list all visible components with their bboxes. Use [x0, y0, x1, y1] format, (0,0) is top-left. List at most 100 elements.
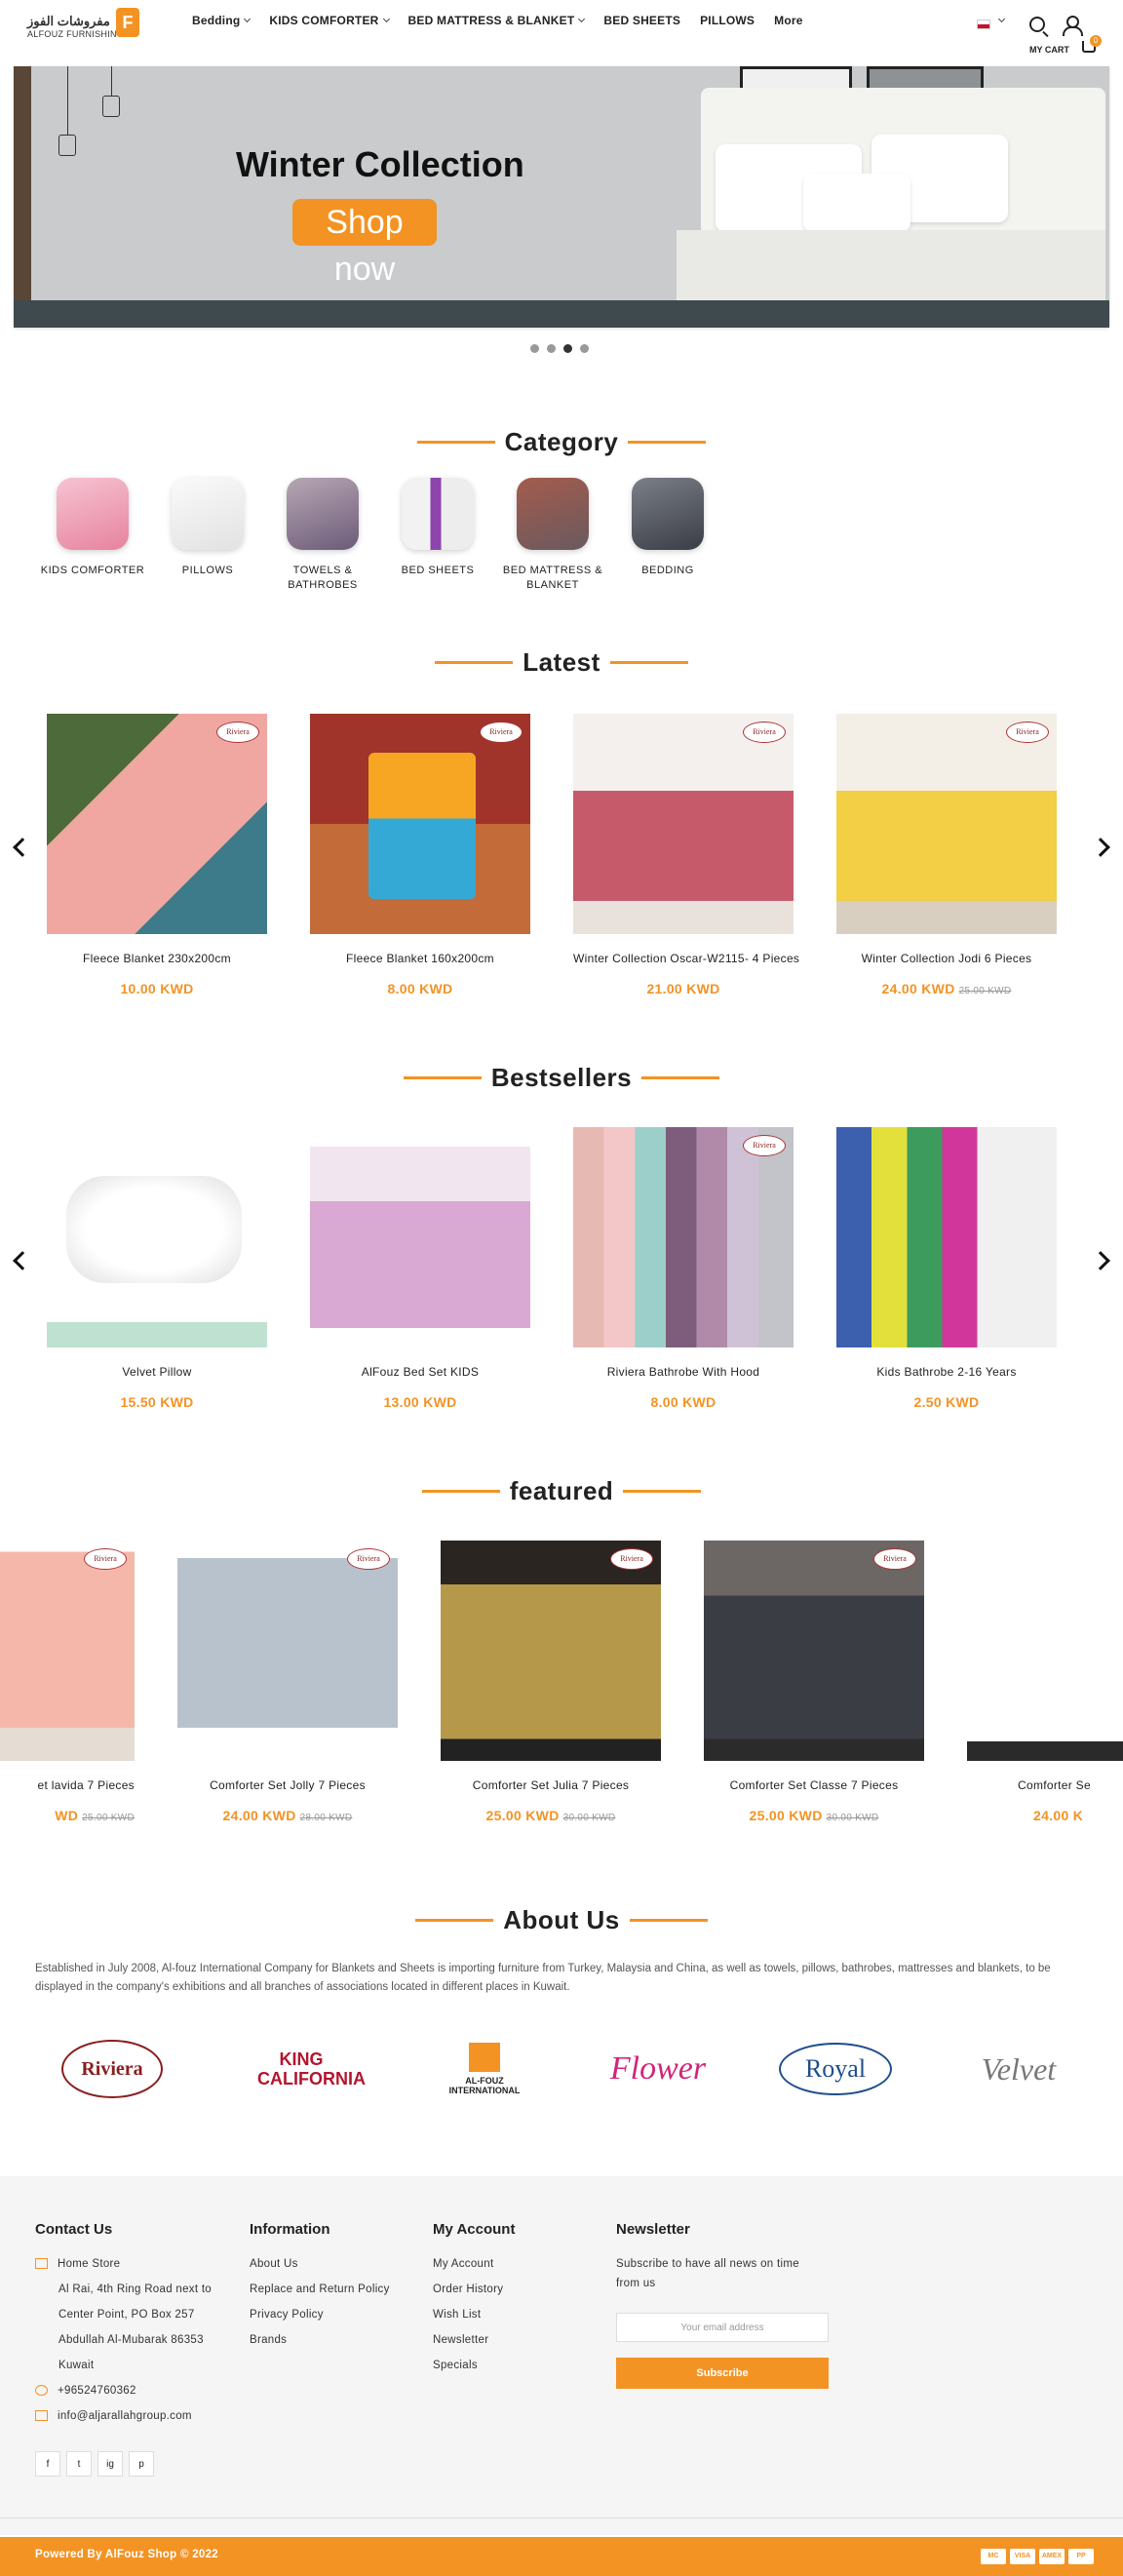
- chevron-right-icon[interactable]: [1091, 838, 1110, 857]
- footer-link[interactable]: Newsletter: [433, 2327, 589, 2353]
- product-card[interactable]: Riviera Comforter Set Julia 7 Pieces 25.…: [441, 1541, 661, 1823]
- product-image[interactable]: Riviera: [836, 714, 1057, 934]
- user-icon[interactable]: [1063, 16, 1083, 36]
- contact-phone[interactable]: +96524760362: [35, 2378, 230, 2403]
- product-card[interactable]: Riviera Comforter Set Classe 7 Pieces 25…: [704, 1541, 924, 1823]
- chevron-left-icon[interactable]: [13, 838, 32, 857]
- price-old: 25.00 KWD: [82, 1813, 135, 1823]
- instagram-icon[interactable]: ig: [97, 2451, 123, 2477]
- nav-item-bed-sheets[interactable]: BED SHEETS: [603, 14, 680, 27]
- product-image[interactable]: Riviera: [0, 1541, 135, 1761]
- product-card[interactable]: Riviera Comforter Set Jolly 7 Pieces 24.…: [177, 1541, 398, 1823]
- category-bedding[interactable]: BEDDING: [614, 478, 721, 578]
- slider-dot-active[interactable]: [563, 344, 572, 353]
- product-image[interactable]: Riviera: [310, 714, 530, 934]
- slider-dot[interactable]: [530, 344, 539, 353]
- product-image[interactable]: Riviera: [177, 1541, 398, 1761]
- contact-address-line: Abdullah Al-Mubarak 86353: [58, 2334, 204, 2346]
- category-bed-mattress-blanket[interactable]: BED MATTRESS & BLANKET: [499, 478, 606, 593]
- product-name[interactable]: et lavida 7 Pieces: [0, 1778, 135, 1792]
- category-kids-comforter[interactable]: KIDS COMFORTER: [39, 478, 146, 578]
- product-name[interactable]: Riviera Bathrobe With Hood: [573, 1365, 794, 1379]
- chevron-down-icon: [244, 15, 252, 23]
- hero-banner[interactable]: Winter Collection Shop now: [14, 66, 1109, 328]
- product-image[interactable]: Riviera: [704, 1541, 924, 1761]
- product-card[interactable]: Riviera Winter Collection Jodi 6 Pieces …: [836, 714, 1057, 996]
- product-card[interactable]: Riviera Riviera Bathrobe With Hood 8.00 …: [573, 1127, 794, 1410]
- footer-link[interactable]: Order History: [433, 2277, 589, 2302]
- cart-label[interactable]: MY CART: [1029, 45, 1069, 55]
- search-icon[interactable]: [1029, 17, 1045, 32]
- footer-information: Information About Us Replace and Return …: [250, 2221, 425, 2353]
- brand-riviera[interactable]: Riviera: [58, 2030, 166, 2108]
- product-name[interactable]: Comforter Se: [967, 1778, 1123, 1792]
- slider-dots: [530, 344, 589, 353]
- brand-king-california[interactable]: KING CALIFORNIA: [248, 2030, 366, 2108]
- facebook-icon[interactable]: f: [35, 2451, 60, 2477]
- nav-item-bed-mattress-blanket[interactable]: BED MATTRESS & BLANKET: [408, 14, 586, 27]
- newsletter-email-input[interactable]: Your email address: [616, 2313, 829, 2342]
- product-image[interactable]: [836, 1127, 1057, 1347]
- twitter-icon[interactable]: t: [66, 2451, 92, 2477]
- footer-link[interactable]: Wish List: [433, 2302, 589, 2327]
- footer-link[interactable]: Privacy Policy: [250, 2302, 425, 2327]
- brand-royal[interactable]: Royal: [772, 2030, 899, 2108]
- nav-item-more[interactable]: More: [774, 14, 802, 27]
- pinterest-icon[interactable]: p: [129, 2451, 154, 2477]
- slider-dot[interactable]: [580, 344, 589, 353]
- subscribe-button[interactable]: Subscribe: [616, 2358, 829, 2389]
- product-image[interactable]: Riviera: [573, 1127, 794, 1347]
- product-name[interactable]: AlFouz Bed Set KIDS: [310, 1365, 530, 1379]
- footer-link[interactable]: Replace and Return Policy: [250, 2277, 425, 2302]
- brand-flower[interactable]: Flower: [595, 2030, 721, 2108]
- product-card[interactable]: Velvet Pillow 15.50 KWD: [47, 1127, 267, 1410]
- price-old: 30.00 KWD: [562, 1813, 616, 1823]
- product-card[interactable]: Riviera Fleece Blanket 160x200cm 8.00 KW…: [310, 714, 530, 996]
- product-name[interactable]: Comforter Set Julia 7 Pieces: [441, 1778, 661, 1792]
- product-image[interactable]: [967, 1541, 1123, 1761]
- footer-link[interactable]: About Us: [250, 2251, 425, 2277]
- chevron-left-icon[interactable]: [13, 1251, 32, 1270]
- product-name[interactable]: Winter Collection Oscar-W2115- 4 Pieces: [573, 952, 799, 965]
- product-card[interactable]: AlFouz Bed Set KIDS 13.00 KWD: [310, 1127, 530, 1410]
- shop-now-button[interactable]: Shop now: [292, 199, 437, 288]
- product-card[interactable]: Riviera Winter Collection Oscar-W2115- 4…: [573, 714, 799, 996]
- slider-dot[interactable]: [547, 344, 556, 353]
- section-title: Bestsellers: [490, 1063, 633, 1092]
- nav-item-kids-comforter[interactable]: KIDS COMFORTER: [269, 14, 390, 27]
- nav-item-pillows[interactable]: PILLOWS: [700, 14, 755, 27]
- product-image[interactable]: Riviera: [573, 714, 794, 934]
- product-name[interactable]: Kids Bathrobe 2-16 Years: [836, 1365, 1057, 1379]
- category-pillows[interactable]: PILLOWS: [154, 478, 261, 578]
- product-card[interactable]: Riviera Fleece Blanket 230x200cm 10.00 K…: [47, 714, 267, 996]
- footer-link[interactable]: Brands: [250, 2327, 425, 2353]
- product-name[interactable]: Fleece Blanket 160x200cm: [310, 952, 530, 965]
- product-name[interactable]: Comforter Set Classe 7 Pieces: [704, 1778, 924, 1792]
- site-logo[interactable]: مفروشات الفوز ALFOUZ FURNISHINGS F: [27, 8, 139, 43]
- product-price: 25.00 KWD 30.00 KWD: [704, 1808, 924, 1823]
- contact-email[interactable]: info@aljarallahgroup.com: [35, 2403, 230, 2429]
- chevron-down-icon[interactable]: [997, 15, 1006, 23]
- nav-item-bedding[interactable]: Bedding: [192, 14, 252, 27]
- riviera-logo: Riviera: [347, 1548, 390, 1570]
- product-image[interactable]: [47, 1127, 267, 1347]
- product-image[interactable]: Riviera: [47, 714, 267, 934]
- product-card[interactable]: Riviera et lavida 7 Pieces WD 25.00 KWD: [0, 1541, 135, 1823]
- logo-english-text: ALFOUZ FURNISHINGS: [27, 29, 131, 39]
- brand-alfouz[interactable]: AL-FOUZ INTERNATIONAL: [431, 2030, 538, 2108]
- product-card[interactable]: Comforter Se 24.00 K: [967, 1541, 1123, 1823]
- language-flag-icon[interactable]: [977, 20, 990, 29]
- category-towels-bathrobes[interactable]: TOWELS & BATHROBES: [269, 478, 376, 593]
- product-name[interactable]: Comforter Set Jolly 7 Pieces: [177, 1778, 398, 1792]
- brand-velvet[interactable]: Velvet: [955, 2030, 1082, 2108]
- chevron-right-icon[interactable]: [1091, 1251, 1110, 1270]
- product-name[interactable]: Velvet Pillow: [47, 1365, 267, 1379]
- product-name[interactable]: Fleece Blanket 230x200cm: [47, 952, 267, 965]
- product-card[interactable]: Kids Bathrobe 2-16 Years 2.50 KWD: [836, 1127, 1057, 1410]
- product-image[interactable]: [310, 1127, 530, 1347]
- product-image[interactable]: Riviera: [441, 1541, 661, 1761]
- footer-link[interactable]: Specials: [433, 2353, 589, 2378]
- product-name[interactable]: Winter Collection Jodi 6 Pieces: [836, 952, 1057, 965]
- footer-link[interactable]: My Account: [433, 2251, 589, 2277]
- category-bed-sheets[interactable]: BED SHEETS: [384, 478, 491, 578]
